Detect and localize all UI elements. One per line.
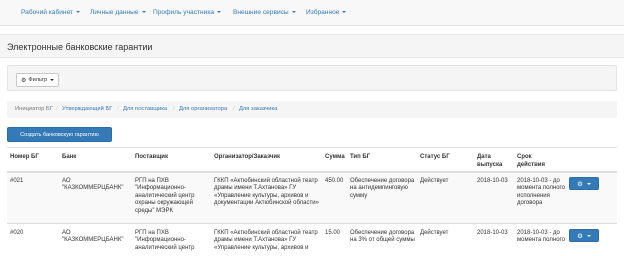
- nav-item-favorites[interactable]: Избранное: [306, 9, 347, 16]
- column-header-organizer: Организатор/Заказчик: [214, 154, 281, 160]
- cell-type: Обеспечение договора на антидемпинговую …: [350, 178, 415, 199]
- breadcrumb: Инициатор БГ / Утверждающий БГ / Для пос…: [7, 101, 617, 118]
- chevron-down-icon: [141, 11, 146, 14]
- chevron-down-icon: [342, 11, 347, 14]
- cell-sum: 450.00: [325, 178, 344, 184]
- cell-status: Действует: [420, 178, 449, 184]
- crumb-initiator: Инициатор БГ: [15, 106, 53, 112]
- cell-bank: АО "КАЗКОММЕРЦБАНК": [62, 178, 124, 192]
- nav-item-external-services[interactable]: Внешние сервисы: [233, 9, 296, 16]
- crumb-approver[interactable]: Утверждающий БГ: [62, 106, 112, 112]
- filter-panel: ⚙ Фильтр: [7, 65, 617, 91]
- column-header-validity: Срок действия: [517, 154, 545, 168]
- cell-status: Действует: [420, 230, 449, 236]
- gear-icon: ⚙: [577, 232, 583, 240]
- page-heading-panel: Электронные банковские гарантии: [0, 34, 624, 58]
- chevron-down-icon: [291, 11, 296, 14]
- cell-validity: 2018-10-03 - до момента полного: [517, 230, 565, 244]
- create-guarantee-button[interactable]: Создать банковскую гарантию: [7, 127, 112, 142]
- nav-item-personal-data[interactable]: Личные данные: [90, 9, 146, 16]
- column-header-sum: Сумма: [325, 154, 345, 160]
- column-header-type: Тип БГ: [350, 154, 371, 160]
- divider: [7, 223, 617, 224]
- cell-number: #021: [10, 178, 24, 184]
- cell-issue-date: 2018-10-03: [477, 178, 508, 184]
- page-title: Электронные банковские гарантии: [7, 42, 153, 52]
- divider: [7, 147, 617, 148]
- cell-sum: 15.00: [325, 230, 341, 236]
- chevron-down-icon: [586, 182, 591, 185]
- crumb-for-supplier[interactable]: Для поставщика: [123, 106, 167, 112]
- nav-item-workspace[interactable]: Рабочий кабинет: [21, 9, 81, 16]
- row-actions-button[interactable]: ⚙: [569, 229, 599, 242]
- cell-validity: 2018-10-03 - до момента полного исполнен…: [517, 178, 565, 207]
- row-actions-button[interactable]: ⚙: [569, 177, 599, 190]
- column-header-issue-date: Дата выпуска: [477, 154, 503, 168]
- cell-organizer: ГККП «Актюбинский областной театр драмы …: [214, 230, 318, 251]
- gear-icon: ⚙: [577, 180, 583, 188]
- filter-button[interactable]: ⚙ Фильтр: [16, 73, 59, 87]
- chevron-down-icon: [50, 79, 55, 81]
- cell-organizer: ГККП «Актюбинский областной театр драмы …: [214, 178, 319, 207]
- crumb-for-customer[interactable]: Для заказчика: [239, 106, 277, 112]
- cell-number: #020: [10, 230, 24, 236]
- cell-type: Обеспечение договора на 3% от общей сумм…: [350, 230, 415, 244]
- chevron-down-icon: [586, 234, 591, 237]
- cell-supplier: РГП на ПХВ "Информационно-аналитический …: [135, 230, 195, 251]
- top-navbar: Рабочий кабинет Личные данные Профиль уч…: [0, 0, 624, 26]
- column-header-bank: Банк: [62, 154, 77, 160]
- crumb-for-organizer[interactable]: Для организатора: [179, 106, 227, 112]
- cell-bank: АО "КАЗКОММЕРЦБАНК": [62, 230, 124, 244]
- column-header-supplier: Поставщик: [135, 154, 168, 160]
- chevron-down-icon: [76, 11, 81, 14]
- nav-item-participant-profile[interactable]: Профиль участника: [153, 9, 222, 16]
- chevron-down-icon: [217, 11, 222, 14]
- column-header-status: Статус БГ: [420, 154, 450, 160]
- cell-issue-date: 2018-10-03: [477, 230, 508, 236]
- column-header-number: Номер БГ: [10, 154, 39, 160]
- gear-icon: ⚙: [21, 77, 27, 84]
- cell-supplier: РГП на ПХВ "Информационно-аналитический …: [135, 178, 195, 214]
